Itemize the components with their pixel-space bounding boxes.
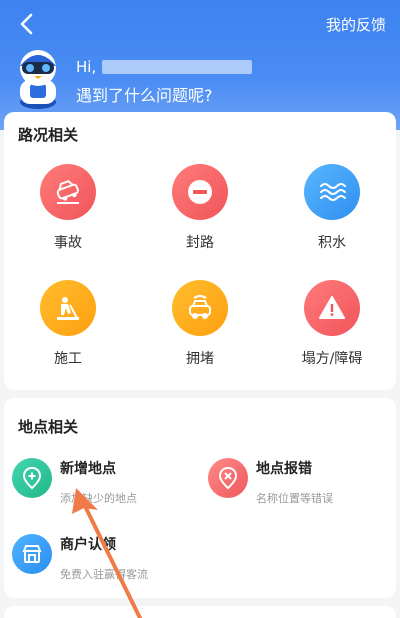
header: 我的反馈 Hi, 遇到了什么问题呢? (0, 0, 400, 130)
place-item-subtitle: 免费入驻赢得客流 (60, 568, 148, 581)
place-item-add-location[interactable]: 新增地点 添加缺少的地点 (12, 458, 137, 506)
location-error-icon (208, 458, 248, 498)
road-item-label: 封路 (186, 235, 214, 251)
place-item-claim-shop[interactable]: 商户认领 免费入驻赢得客流 (12, 534, 148, 582)
place-section-title: 地点相关 (18, 418, 79, 436)
location-plus-icon (12, 458, 52, 498)
road-section: 路况相关 事故 封路 积水 施工 拥堵 塌方/障碍 (4, 112, 396, 390)
road-item-construction[interactable]: 施工 (18, 280, 118, 368)
greeting-line: Hi, (76, 58, 253, 76)
road-item-label: 施工 (54, 351, 82, 367)
place-item-subtitle: 名称位置等错误 (256, 492, 333, 505)
mascot-avatar (20, 50, 56, 109)
place-section: 地点相关 新增地点 添加缺少的地点 地点报错 名称位置等错误 商户认领 免费入驻… (4, 398, 396, 598)
traffic-jam-icon (172, 280, 228, 336)
place-item-title: 新增地点 (60, 461, 116, 477)
road-item-label: 事故 (54, 235, 82, 251)
road-item-traffic-jam[interactable]: 拥堵 (150, 280, 250, 368)
next-section-card (4, 606, 396, 618)
username-redacted (102, 60, 253, 74)
road-item-label: 塌方/障碍 (301, 351, 363, 367)
my-feedback-link[interactable]: 我的反馈 (326, 14, 386, 35)
road-item-water[interactable]: 积水 (282, 164, 382, 252)
place-item-subtitle: 添加缺少的地点 (60, 492, 137, 505)
road-item-obstacle[interactable]: 塌方/障碍 (282, 280, 382, 368)
greeting-text: Hi, (76, 58, 97, 76)
place-item-title: 商户认领 (60, 537, 116, 553)
place-item-title: 地点报错 (256, 461, 312, 477)
warning-icon (304, 280, 360, 336)
back-button[interactable] (14, 12, 38, 36)
road-item-label: 拥堵 (186, 351, 214, 367)
road-section-title: 路况相关 (18, 126, 79, 144)
construction-worker-icon (40, 280, 96, 336)
accident-car-icon (40, 164, 96, 220)
water-icon (304, 164, 360, 220)
road-closed-icon (172, 164, 228, 220)
place-item-report-error[interactable]: 地点报错 名称位置等错误 (208, 458, 333, 506)
shop-icon (12, 534, 52, 574)
question-text: 遇到了什么问题呢? (76, 86, 213, 105)
road-item-road-closed[interactable]: 封路 (150, 164, 250, 252)
road-item-accident[interactable]: 事故 (18, 164, 118, 252)
chevron-left-icon (20, 13, 33, 35)
road-item-label: 积水 (318, 235, 346, 251)
